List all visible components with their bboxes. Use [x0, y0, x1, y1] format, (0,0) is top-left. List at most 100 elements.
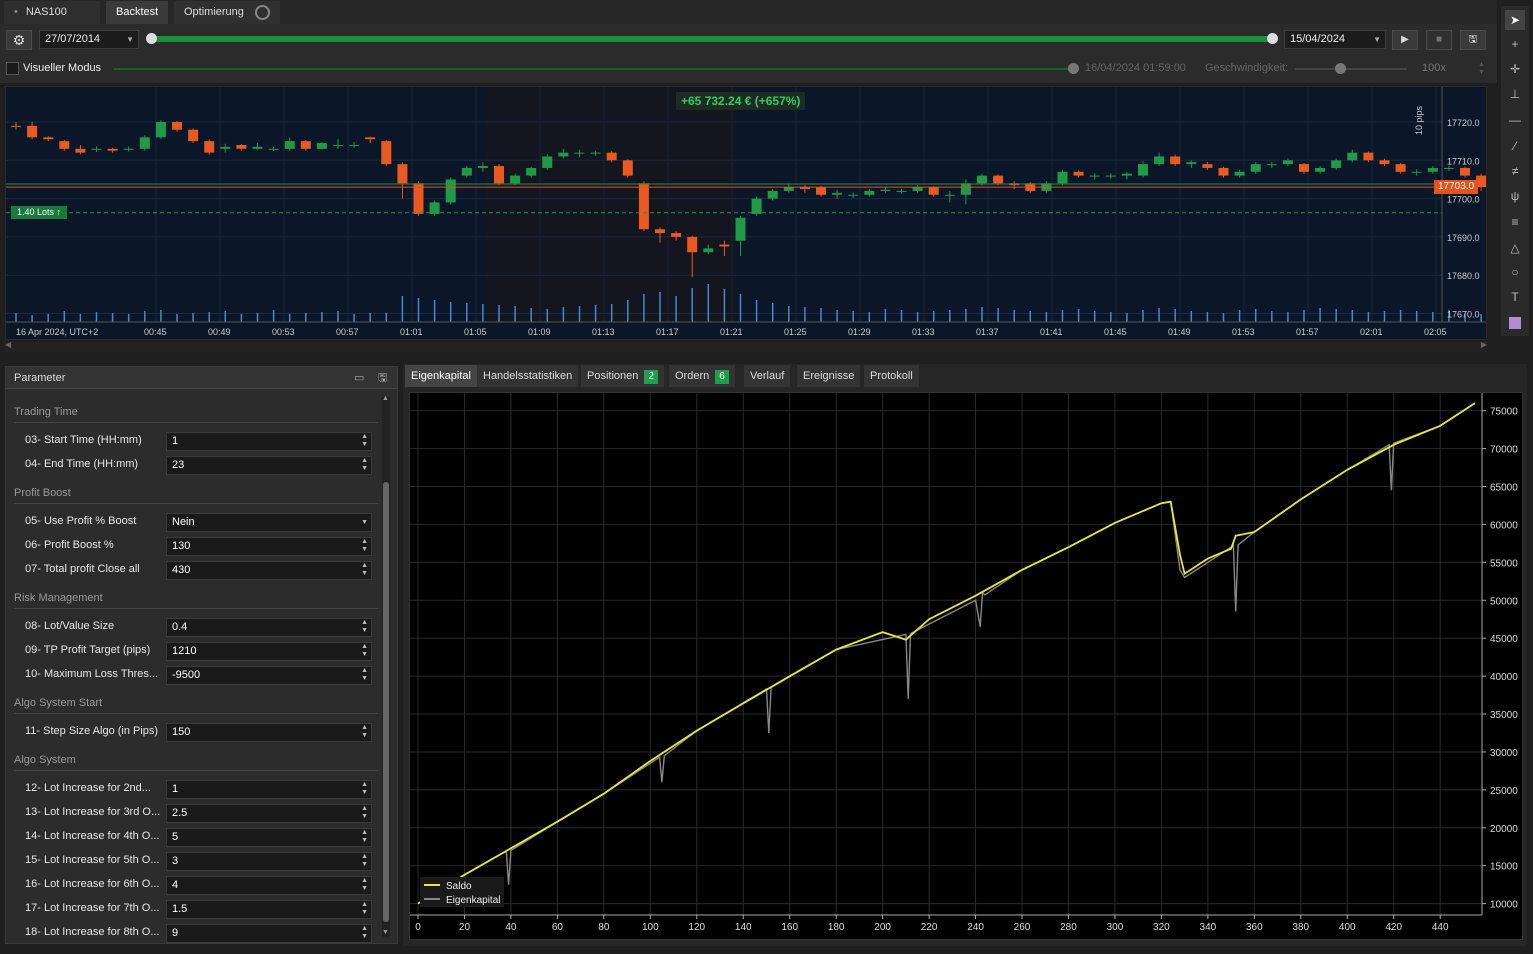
- parameter-input[interactable]: -9500 ▲ ▼: [166, 666, 372, 685]
- candle-body: [1186, 162, 1197, 165]
- parameter-input[interactable]: 3 ▲ ▼: [166, 852, 372, 871]
- end-date-value: 15/04/2024: [1290, 33, 1346, 45]
- y-tick-label: 75000: [1490, 407, 1518, 418]
- legend-label: Eigenkapital: [446, 895, 500, 906]
- scrollbar-thumb[interactable]: [383, 482, 389, 922]
- stepper-icon[interactable]: ▲ ▼: [361, 667, 368, 683]
- text-icon[interactable]: T: [1505, 287, 1525, 307]
- crosshair-icon[interactable]: +: [1505, 34, 1525, 54]
- parameter-input[interactable]: 130 ▲ ▼: [166, 537, 372, 556]
- parameter-input[interactable]: 9 ▲ ▼: [166, 924, 372, 943]
- time-tick-label: 01:05: [464, 327, 487, 337]
- result-tab[interactable]: Handelsstatistiken: [477, 365, 579, 387]
- parameter-input[interactable]: 1 ▲ ▼: [166, 432, 372, 451]
- visual-progress-handle[interactable]: [1068, 63, 1079, 74]
- stepper-icon[interactable]: ▲ ▼: [361, 805, 368, 821]
- scroll-down-icon[interactable]: ▼: [382, 929, 389, 936]
- candle-body: [1170, 156, 1181, 165]
- result-tab[interactable]: Eigenkapital: [405, 365, 477, 387]
- triangle-icon[interactable]: △: [1505, 238, 1525, 258]
- parameter-input[interactable]: 150 ▲ ▼: [166, 723, 372, 742]
- start-date-input[interactable]: 27/07/2014 ▼: [39, 30, 139, 49]
- lots-label[interactable]: 1.40 Lots ↑: [11, 206, 68, 219]
- tab-backtest-label: Backtest: [116, 6, 159, 18]
- result-tab[interactable]: Positionen 2: [581, 365, 664, 387]
- parameter-input[interactable]: 1.5 ▲ ▼: [166, 900, 372, 919]
- save-icon[interactable]: 🖫: [378, 367, 387, 389]
- stepper-icon[interactable]: ▲ ▼: [361, 829, 368, 845]
- chevron-left-icon[interactable]: ◀: [5, 340, 11, 349]
- time-tick-label: 01:37: [976, 327, 999, 337]
- save-button[interactable]: 🖫: [1460, 30, 1486, 50]
- candle-body: [622, 160, 633, 176]
- parameter-value: 150: [172, 726, 191, 738]
- chevron-right-icon[interactable]: ▶: [1481, 340, 1487, 349]
- minimize-icon[interactable]: ▭: [354, 367, 364, 389]
- visual-mode-row: Visueller Modus 16/04/2024 01:59:00 Gesc…: [0, 56, 1497, 83]
- parameter-input[interactable]: 5 ▲ ▼: [166, 828, 372, 847]
- x-tick-label: 360: [1246, 922, 1263, 933]
- end-date-input[interactable]: 15/04/2024 ▼: [1284, 30, 1386, 49]
- price-chart[interactable]: 17720.0 17710.0 17700.0 17690.0 17680.0 17670…: [5, 86, 1487, 340]
- fibonacci-icon[interactable]: ≡: [1505, 212, 1525, 232]
- parameter-input[interactable]: 23 ▲ ▼: [166, 456, 372, 475]
- stepper-icon[interactable]: ▲ ▼: [361, 433, 368, 449]
- move-icon[interactable]: ✛: [1505, 59, 1525, 79]
- stop-button[interactable]: ■: [1426, 30, 1452, 50]
- result-tab[interactable]: Ordern 6: [669, 365, 735, 387]
- ellipse-icon[interactable]: ○: [1505, 262, 1525, 282]
- stepper-icon[interactable]: ▲ ▼: [361, 643, 368, 659]
- candle-body: [542, 156, 553, 168]
- parameter-input[interactable]: 0.4 ▲ ▼: [166, 618, 372, 637]
- equity-chart[interactable]: 75000 70000 65000 60000 55000 50000 45000 40000…: [409, 392, 1523, 940]
- stepper-icon[interactable]: ▲ ▼: [361, 901, 368, 917]
- price-tick-label: 17670.0: [1447, 310, 1480, 320]
- parameter-value: -9500: [172, 669, 201, 681]
- parameter-input[interactable]: 2.5 ▲ ▼: [166, 804, 372, 823]
- symbol-tab[interactable]: •NAS100 m1: [4, 1, 100, 41]
- result-tab[interactable]: Ereignisse: [797, 365, 861, 387]
- chevron-down-icon[interactable]: ▼: [361, 514, 368, 531]
- candle-body: [671, 233, 682, 237]
- parameter-input[interactable]: 4 ▲ ▼: [166, 876, 372, 895]
- gear-icon: ⚙: [12, 32, 26, 48]
- play-button[interactable]: ▶: [1392, 30, 1418, 50]
- stepper-icon[interactable]: ▲ ▼: [361, 781, 368, 797]
- parameter-scrollbar[interactable]: ▲ ▼: [382, 395, 390, 937]
- speed-stepper[interactable]: ▲ ▼: [1478, 61, 1485, 77]
- stepper-icon[interactable]: ▲ ▼: [361, 457, 368, 473]
- parameter-input[interactable]: 1 ▲ ▼: [166, 780, 372, 799]
- stepper-icon[interactable]: ▲ ▼: [361, 619, 368, 635]
- x-tick-label: 440: [1432, 922, 1449, 933]
- channel-icon[interactable]: ≠: [1505, 161, 1525, 181]
- tab-optimize[interactable]: Optimierung: [174, 1, 280, 24]
- stepper-icon[interactable]: ▲ ▼: [361, 853, 368, 869]
- stepper-icon[interactable]: ▲ ▼: [361, 562, 368, 578]
- settings-button[interactable]: ⚙: [6, 30, 32, 50]
- scroll-up-icon[interactable]: ▲: [382, 395, 389, 402]
- chart-scrollbar[interactable]: ◀ ▶: [5, 340, 1487, 352]
- color-square-icon[interactable]: [1505, 312, 1525, 332]
- measure-icon[interactable]: ⊥: [1505, 84, 1525, 104]
- parameter-input[interactable]: 430 ▲ ▼: [166, 561, 372, 580]
- progress-start-handle[interactable]: [146, 33, 157, 44]
- stepper-icon[interactable]: ▲ ▼: [361, 925, 368, 941]
- trendline-icon[interactable]: ⁄: [1505, 136, 1525, 156]
- speed-value: 100x: [1422, 62, 1446, 74]
- price-tick-label: 17690.0: [1447, 233, 1480, 243]
- tab-backtest[interactable]: Backtest: [106, 1, 169, 24]
- result-tab[interactable]: Verlauf: [744, 365, 791, 387]
- result-tab[interactable]: Protokoll: [864, 365, 919, 387]
- stepper-icon[interactable]: ▲ ▼: [361, 538, 368, 554]
- cursor-icon[interactable]: ➤: [1505, 10, 1525, 30]
- pitchfork-icon[interactable]: ψ: [1505, 186, 1525, 206]
- y-tick-label: 65000: [1490, 482, 1518, 493]
- stepper-icon[interactable]: ▲ ▼: [361, 877, 368, 893]
- parameter-select[interactable]: Nein ▼: [166, 513, 372, 532]
- stepper-icon[interactable]: ▲ ▼: [361, 724, 368, 740]
- speed-slider-handle[interactable]: [1335, 63, 1346, 74]
- progress-end-handle[interactable]: [1267, 33, 1278, 44]
- parameter-input[interactable]: 1210 ▲ ▼: [166, 642, 372, 661]
- horizontal-line-icon[interactable]: —: [1505, 110, 1525, 130]
- visual-mode-checkbox[interactable]: [6, 62, 19, 75]
